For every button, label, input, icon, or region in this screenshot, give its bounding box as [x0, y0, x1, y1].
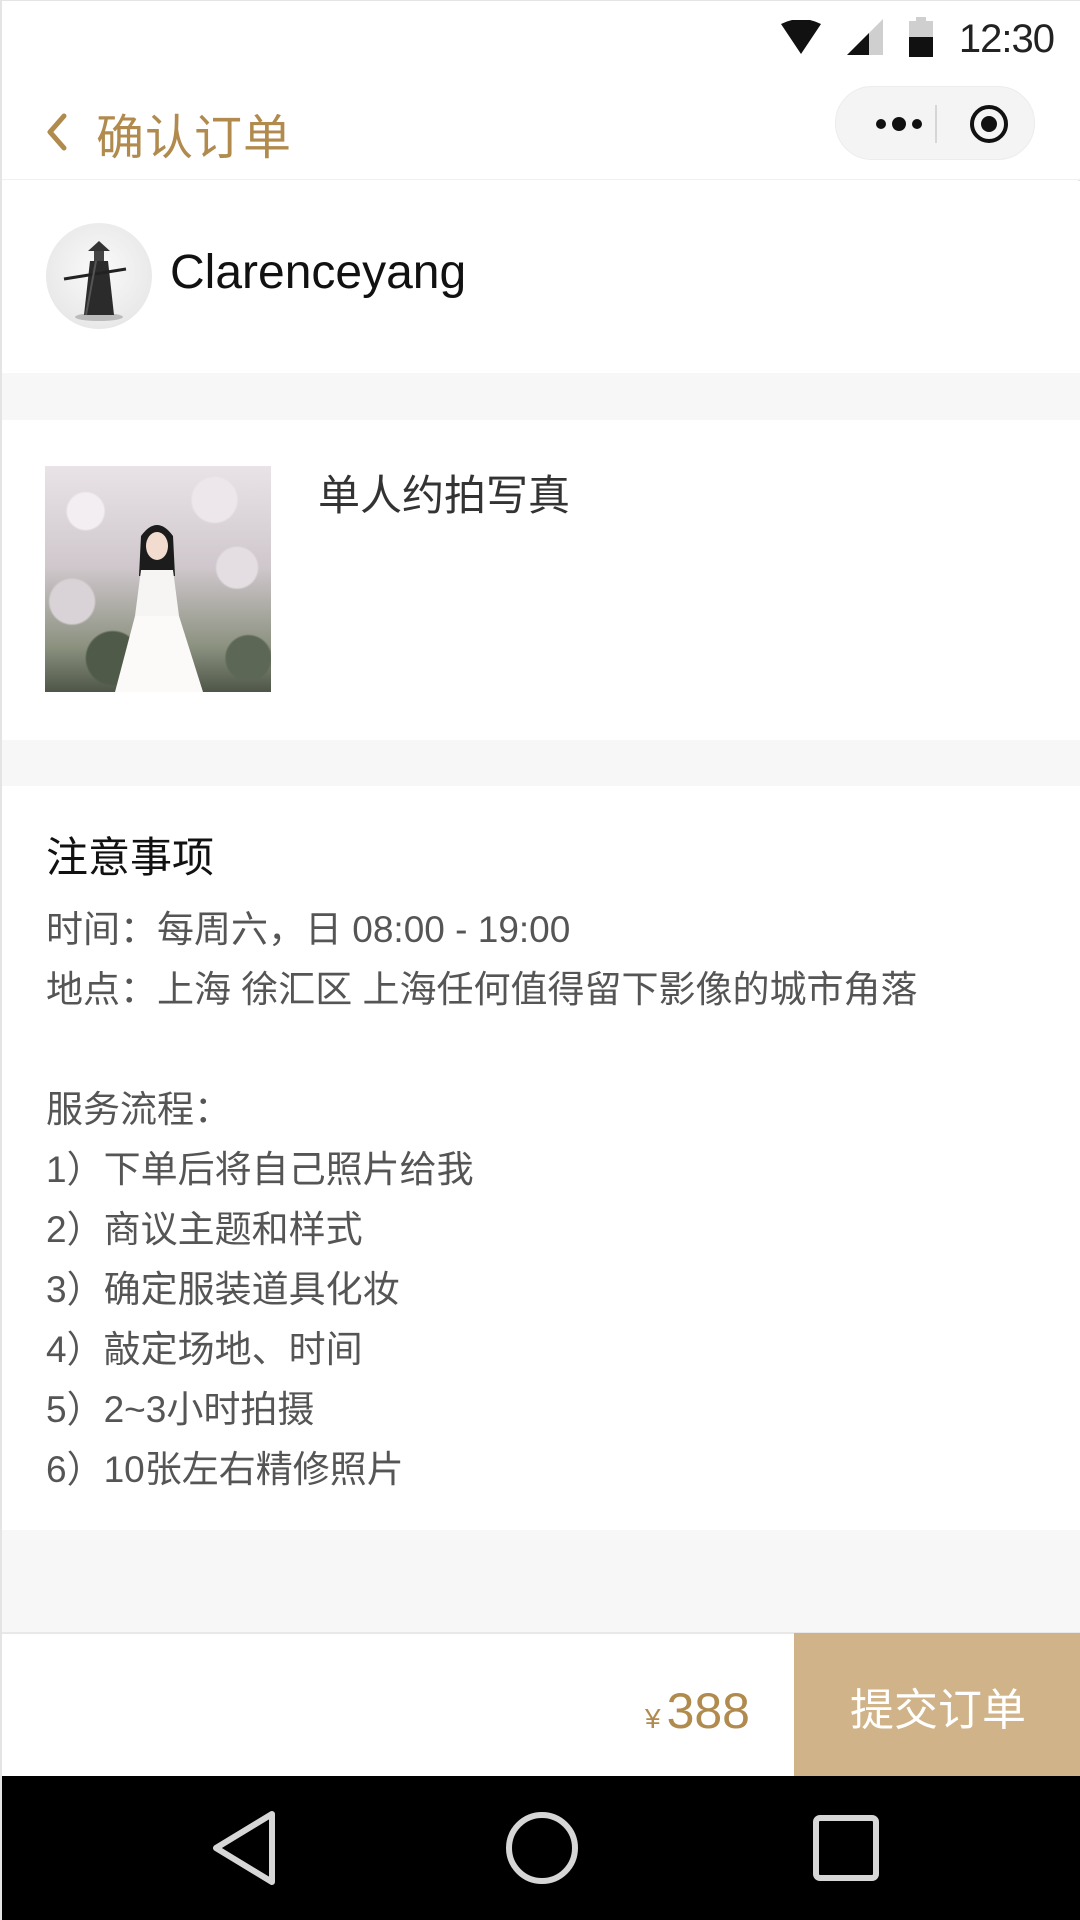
product-title: 单人约拍写真	[318, 472, 571, 519]
close-mini-program-button[interactable]	[954, 87, 1024, 161]
price-value: 388	[666, 1683, 750, 1739]
product-image	[45, 466, 271, 692]
status-icons: 12:30	[780, 15, 1055, 63]
notes-line: 服务流程：	[46, 1089, 231, 1130]
user-row: Clarenceyang	[2, 181, 1080, 373]
notes-section: 注意事项 时间：每周六，日 08:00 - 19:00 地点：上海 徐汇区 上海…	[2, 786, 1080, 1530]
submit-order-button[interactable]: 提交订单	[794, 1633, 1080, 1778]
circle-home-icon	[506, 1812, 578, 1884]
notes-line: 5）2~3小时拍摄	[46, 1389, 315, 1430]
wifi-icon	[780, 18, 821, 59]
user-name: Clarenceyang	[170, 246, 467, 299]
notes-content: 时间：每周六，日 08:00 - 19:00 地点：上海 徐汇区 上海任何值得留…	[46, 900, 1046, 1500]
chevron-left-icon	[47, 113, 67, 151]
notes-line	[46, 1020, 1046, 1080]
order-price: ¥ 388	[645, 1682, 750, 1740]
notes-line: 地点：上海 徐汇区 上海任何值得留下影像的城市角落	[46, 969, 918, 1010]
notes-line: 时间：每周六，日 08:00 - 19:00	[46, 909, 571, 950]
more-button[interactable]	[864, 87, 934, 161]
notes-line: 3）确定服装道具化妆	[46, 1269, 400, 1310]
system-home-button[interactable]	[502, 1808, 582, 1888]
notes-title: 注意事项	[46, 834, 215, 881]
system-recents-button[interactable]	[806, 1808, 886, 1888]
avatar	[46, 223, 152, 329]
notes-line: 6）10张左右精修照片	[46, 1449, 404, 1490]
nav-bar: 确认订单	[2, 76, 1080, 180]
notes-line: 1）下单后将自己照片给我	[46, 1149, 474, 1190]
capsule-divider	[935, 105, 937, 143]
order-bar: ¥ 388 提交订单	[2, 1632, 1080, 1778]
section-divider	[2, 740, 1080, 786]
signal-icon	[846, 18, 883, 60]
menu-capsule	[835, 86, 1035, 160]
avatar-swordsman-icon	[63, 241, 127, 321]
square-recents-icon	[813, 1815, 879, 1881]
system-nav-bar	[2, 1776, 1080, 1920]
notes-line: 2）商议主题和样式	[46, 1209, 363, 1250]
triangle-back-icon	[213, 1811, 275, 1885]
currency-symbol: ¥	[644, 1703, 661, 1734]
status-bar: 12:30	[2, 0, 1080, 76]
bottom-spacer	[2, 1530, 1080, 1632]
section-divider	[2, 373, 1080, 420]
product-row[interactable]: 单人约拍写真	[2, 420, 1080, 740]
back-button[interactable]	[42, 110, 72, 154]
battery-icon	[908, 16, 933, 62]
status-time: 12:30	[958, 16, 1055, 61]
notes-line: 4）敲定场地、时间	[46, 1329, 363, 1370]
system-back-button[interactable]	[205, 1808, 285, 1888]
more-icon	[876, 117, 922, 131]
page-title: 确认订单	[96, 112, 293, 165]
close-target-icon	[970, 105, 1008, 143]
screen: 12:30 确认订单 Clarenceyang 单人约拍写真 注意事项 时间：每…	[0, 0, 1080, 1920]
